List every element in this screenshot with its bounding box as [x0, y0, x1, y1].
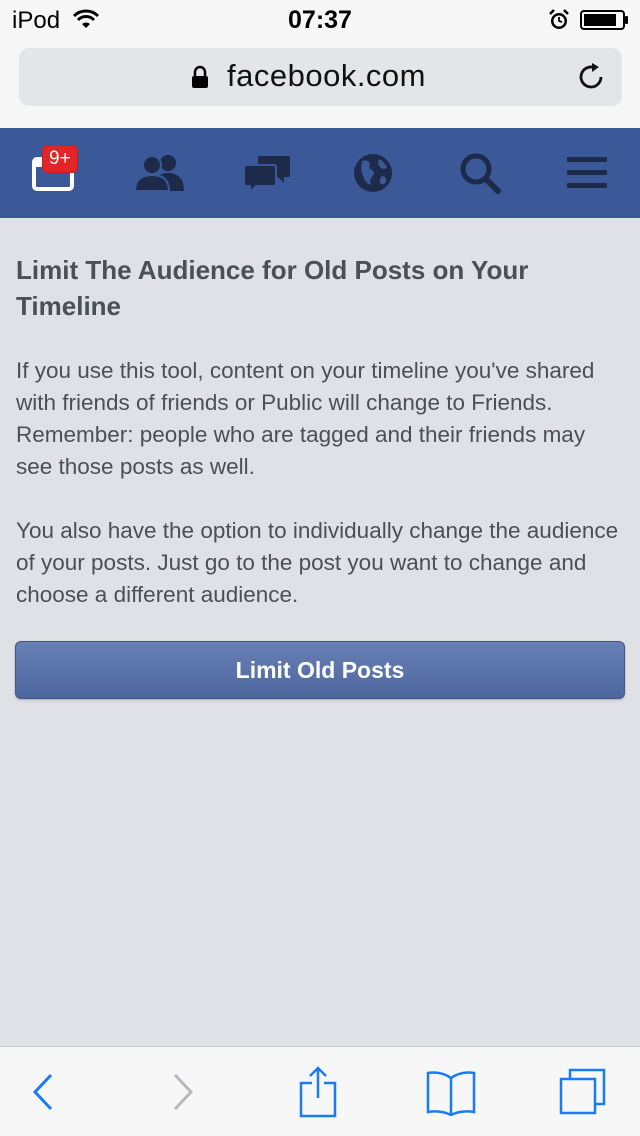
battery-icon [580, 10, 628, 30]
page-title: Limit The Audience for Old Posts on Your… [16, 255, 529, 321]
clock: 07:37 [288, 6, 352, 34]
nav-friends[interactable] [120, 128, 200, 218]
nav-menu[interactable] [547, 128, 627, 218]
tabs-button[interactable] [543, 1047, 623, 1136]
url-text: facebook.com [227, 58, 426, 93]
tabs-icon [559, 1068, 606, 1115]
alarm-icon [549, 9, 569, 29]
globe-icon [354, 154, 392, 192]
reload-icon[interactable] [577, 62, 607, 92]
menu-icon [567, 157, 607, 188]
address-bar[interactable]: facebook.com [19, 48, 622, 106]
lock-icon [192, 65, 208, 88]
description-paragraph: If you use this tool, content on your ti… [16, 358, 595, 479]
notification-badge: 9+ [42, 145, 78, 173]
status-bar: iPod 07:37 [0, 0, 640, 40]
search-icon [460, 153, 501, 194]
forward-button[interactable] [143, 1047, 223, 1136]
nav-globe[interactable] [333, 128, 413, 218]
messages-icon [243, 156, 290, 193]
browser-address-area: facebook.com [0, 40, 640, 128]
nav-notifications[interactable] [13, 128, 93, 218]
share-icon [299, 1066, 337, 1118]
share-button[interactable] [278, 1047, 358, 1136]
page-content: Limit The Audience for Old Posts on Your… [0, 218, 640, 1046]
nav-messages[interactable] [227, 128, 307, 218]
option-paragraph: You also have the option to individually… [16, 518, 619, 607]
back-button[interactable] [3, 1047, 83, 1136]
bookmarks-icon [426, 1071, 476, 1116]
nav-search[interactable] [440, 128, 520, 218]
friends-icon [134, 155, 184, 192]
back-icon [32, 1073, 53, 1111]
limit-old-posts-button[interactable]: Limit Old Posts [15, 641, 625, 699]
browser-toolbar [0, 1046, 640, 1136]
bookmarks-button[interactable] [411, 1047, 491, 1136]
forward-icon [173, 1073, 194, 1111]
facebook-nav-bar: 9+ [0, 128, 640, 218]
